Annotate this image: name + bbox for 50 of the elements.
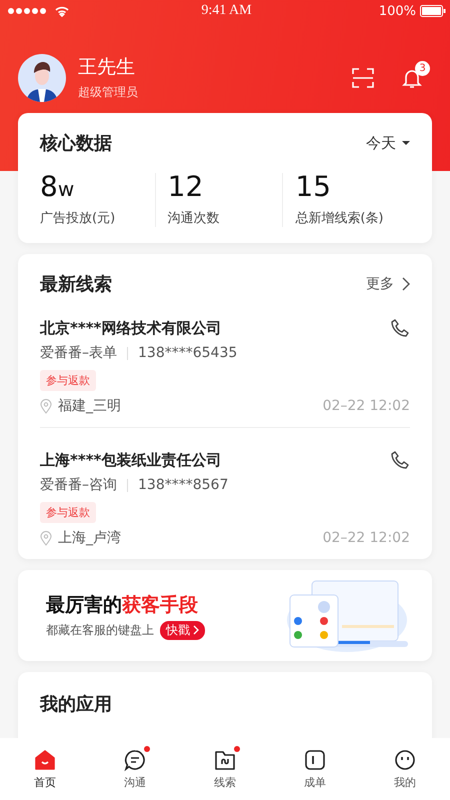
chevron-right-icon <box>193 625 199 635</box>
tab-item[interactable]: 线索 <box>180 738 270 800</box>
user-name: 王先生 <box>78 55 136 80</box>
banner-subtitle: 都藏在客服的键盘上 <box>46 622 154 638</box>
stat-label: 广告投放(元) <box>40 210 116 227</box>
scan-icon[interactable] <box>352 68 374 88</box>
order-icon <box>303 748 327 772</box>
stat-value: 8w <box>40 173 76 201</box>
tab-item[interactable]: 沟通 <box>90 738 180 800</box>
chat-icon <box>123 748 147 772</box>
me-icon <box>393 748 417 772</box>
stat-label: 沟通次数 <box>168 210 221 227</box>
location: 上海_卢湾 <box>58 529 121 547</box>
tab-item[interactable]: 成单 <box>270 738 360 800</box>
lead-source: 爱番番–咨询 <box>40 476 117 494</box>
tag: 参与返款 <box>40 370 96 391</box>
phone-number: 138****65435 <box>138 345 238 361</box>
status-time: 9:41 AM <box>201 3 252 19</box>
stat-label: 总新增线索(条) <box>295 210 384 227</box>
phone-icon[interactable] <box>390 318 410 338</box>
user-role: 超级管理员 <box>78 84 139 101</box>
chevron-right-icon <box>402 277 410 291</box>
banner-button[interactable]: 快戳 <box>160 620 205 640</box>
location-pin-icon <box>40 398 52 414</box>
company-name: 上海****包装纸业责任公司 <box>40 450 222 470</box>
tab-item[interactable]: 首页 <box>0 738 90 800</box>
banner-title: 最厉害的获客手段 <box>46 592 199 618</box>
tag: 参与返款 <box>40 502 96 523</box>
lead-time: 02–22 12:02 <box>322 398 410 414</box>
company-name: 北京****网络技术有限公司 <box>40 318 222 338</box>
lead-time: 02–22 12:02 <box>322 530 410 546</box>
stat-value: 15 <box>295 173 332 201</box>
tab-item[interactable]: 我的 <box>360 738 450 800</box>
stat-value: 12 <box>168 173 204 201</box>
battery-icon <box>420 5 446 17</box>
location: 福建_三明 <box>58 397 121 415</box>
phone-number: 138****8567 <box>138 477 228 493</box>
lead-source: 爱番番–表单 <box>40 344 117 362</box>
card-title: 最新线索 <box>40 273 112 296</box>
home-icon <box>33 748 57 772</box>
folder-icon <box>213 748 237 772</box>
wifi-icon <box>55 6 69 16</box>
card-title: 核心数据 <box>40 132 112 155</box>
period-dropdown[interactable]: 今天 <box>366 134 410 152</box>
battery-percent: 100% <box>378 4 416 18</box>
phone-icon[interactable] <box>390 450 410 470</box>
card-title: 我的应用 <box>40 694 112 715</box>
more-link[interactable]: 更多 <box>366 275 410 293</box>
location-pin-icon <box>40 530 52 546</box>
caret-icon <box>402 141 410 145</box>
